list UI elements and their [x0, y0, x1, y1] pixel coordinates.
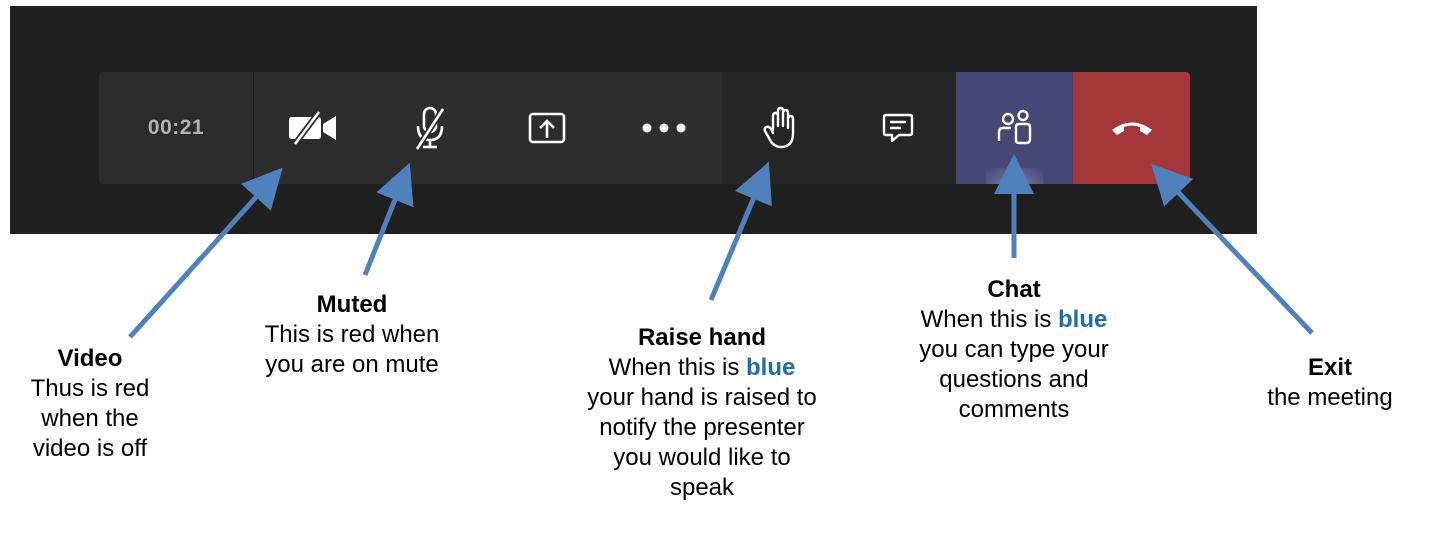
- annotation-line: comments: [958, 396, 1070, 423]
- video-off-icon: [288, 111, 336, 145]
- mic-off-icon: [413, 106, 446, 151]
- share-screen-button[interactable]: [488, 72, 605, 184]
- more-options-button[interactable]: [605, 72, 722, 184]
- annotation-line: you would like to: [613, 444, 791, 471]
- exit-annotation: Exit the meeting: [1238, 353, 1422, 413]
- annotation-line: your hand is raised to: [587, 384, 817, 411]
- blue-highlight-text: blue: [746, 354, 796, 381]
- call-timer: 00:21: [99, 72, 254, 184]
- raise-hand-button[interactable]: [722, 72, 839, 184]
- raise-hand-annotation-title: Raise hand: [637, 324, 767, 351]
- meeting-controls-toolbar: 00:21: [99, 72, 1190, 184]
- annotation-line-prefix: When this is: [920, 306, 1059, 333]
- annotation-line-prefix: When this is: [608, 354, 747, 381]
- muted-annotation-title: Muted: [316, 291, 388, 318]
- share-screen-icon: [528, 112, 565, 144]
- annotation-line: when the: [41, 405, 139, 432]
- video-toggle-button[interactable]: [254, 72, 371, 184]
- video-annotation: Video Thus is red when the video is off: [6, 344, 174, 464]
- hang-up-button[interactable]: [1073, 72, 1190, 184]
- blue-highlight-text: blue: [1058, 306, 1108, 333]
- video-annotation-title: Video: [57, 345, 123, 372]
- phone-hangup-icon: [1111, 122, 1152, 135]
- annotation-line: video is off: [32, 435, 148, 462]
- raise-hand-annotation: Raise hand When this is blue your hand i…: [562, 323, 842, 503]
- call-timer-text: 00:21: [147, 116, 205, 139]
- chat-button[interactable]: [839, 72, 956, 184]
- annotation-line: speak: [669, 474, 735, 501]
- chat-icon: [882, 113, 913, 143]
- chat-annotation-title: Chat: [987, 276, 1041, 303]
- annotation-line: questions and: [939, 366, 1089, 393]
- annotation-line: notify the presenter: [599, 414, 805, 441]
- hand-icon: [763, 106, 794, 149]
- annotation-line: you can type your: [919, 336, 1109, 363]
- annotation-line: you are on mute: [265, 351, 439, 378]
- more-options-icon: [642, 123, 685, 133]
- participants-icon: [997, 109, 1031, 145]
- chat-annotation: Chat When this is blue you can type your…: [894, 275, 1134, 425]
- mic-toggle-button[interactable]: [371, 72, 488, 184]
- participants-button[interactable]: [956, 72, 1073, 184]
- annotation-line: When this is blue: [562, 353, 842, 383]
- annotation-line: When this is blue: [894, 305, 1134, 335]
- annotation-line: This is red when: [264, 321, 440, 348]
- annotation-line: Thus is red: [30, 375, 150, 402]
- muted-annotation: Muted This is red when you are on mute: [232, 290, 472, 380]
- annotation-line: the meeting: [1267, 384, 1393, 411]
- exit-annotation-title: Exit: [1307, 354, 1352, 381]
